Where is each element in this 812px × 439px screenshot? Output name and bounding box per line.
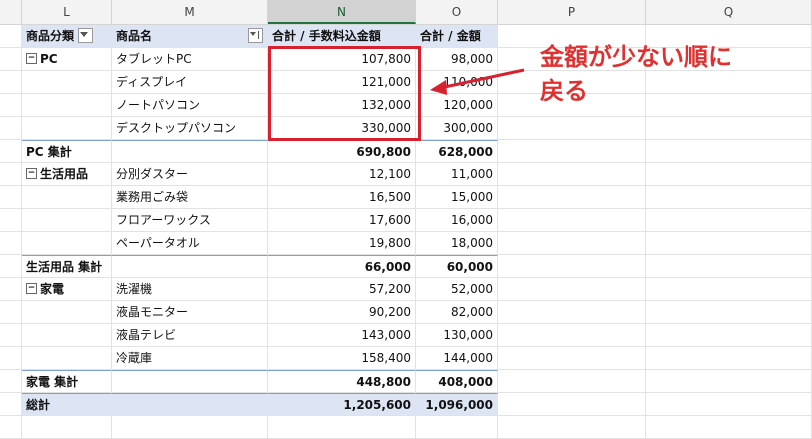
annotation-text: 金額が少ない順に 戻る [540,40,732,108]
annotation-line-2: 戻る [540,77,588,105]
annotation-line-1: 金額が少ない順に [540,43,732,71]
